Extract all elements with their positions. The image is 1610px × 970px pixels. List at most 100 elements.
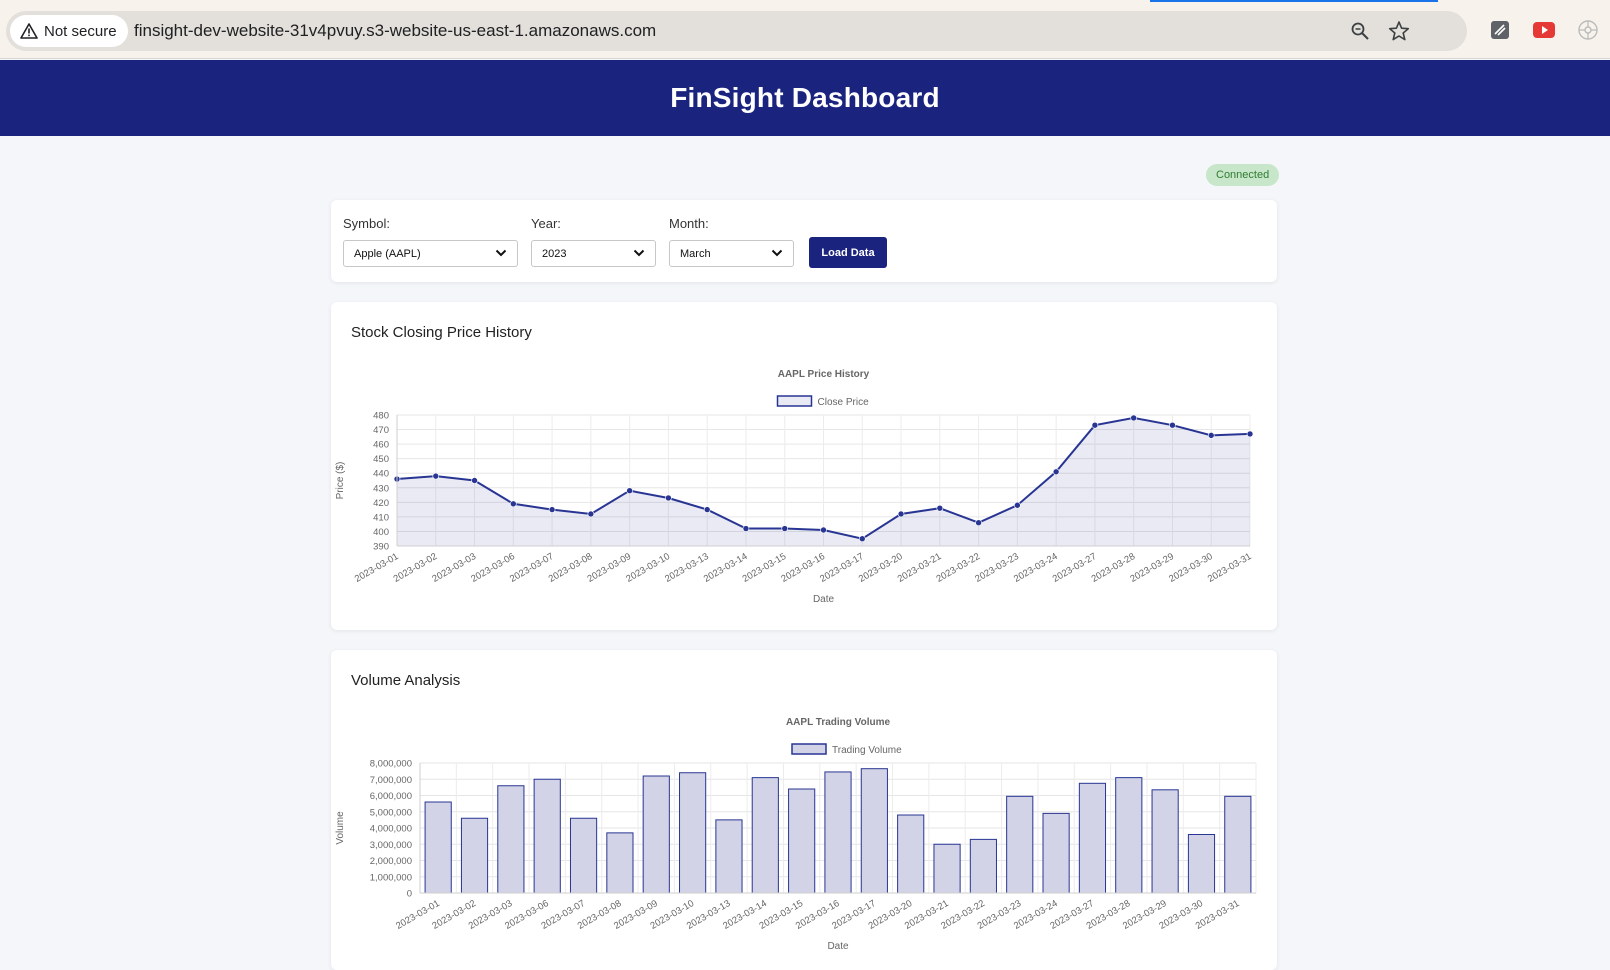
volume-bar: [569, 817, 598, 894]
status-badge: Connected: [1206, 164, 1280, 186]
price-point: [1014, 501, 1021, 509]
page-title: FinSight Dashboard: [670, 82, 940, 113]
zoom-icon[interactable]: [1348, 19, 1372, 43]
volume-bar: [824, 771, 852, 894]
y-tick-label: 450: [373, 454, 389, 465]
volume-bar: [897, 814, 925, 894]
month-select-value: March: [680, 247, 711, 260]
symbol-label: Symbol:: [343, 216, 390, 231]
volume-bar: [533, 778, 561, 894]
volume-bar: [460, 817, 489, 894]
price-point: [1052, 468, 1060, 476]
price-line-chart: AAPL Price History Close Price 390 400 410 42…: [335, 369, 1254, 605]
y-tick-label: 7,000,000: [370, 775, 412, 786]
volume-bar: [1042, 812, 1070, 894]
y-tick-label: 8,000,000: [370, 759, 412, 770]
volume-bar: [1078, 782, 1107, 894]
chevron-down-icon: [495, 248, 507, 260]
url-text[interactable]: finsight-dev-website-31v4pvuy.s3-website…: [134, 11, 656, 51]
y-tick-label: 0: [407, 889, 412, 900]
y-tick-label: 390: [373, 542, 389, 553]
extensions-icon[interactable]: [1576, 18, 1600, 42]
y-tick-label: 6,000,000: [370, 791, 412, 802]
y-tick-label: 480: [373, 411, 389, 422]
y-tick-label: 460: [373, 440, 389, 451]
price-point: [510, 500, 517, 508]
volume-bar: [679, 772, 707, 894]
price-point: [820, 526, 827, 534]
controls-card: Symbol: Apple (AAPL) Year: 2023 Month: M…: [331, 200, 1277, 282]
price-point: [858, 535, 866, 543]
volume-bar: [1115, 777, 1143, 894]
y-tick-label: 470: [373, 425, 389, 436]
year-label: Year:: [531, 216, 561, 231]
month-control: Month: March: [669, 216, 794, 267]
price-point: [1246, 430, 1254, 438]
symbol-select[interactable]: Apple (AAPL): [343, 240, 518, 267]
price-point: [665, 494, 672, 502]
volume-bar: [751, 777, 779, 894]
year-select-value: 2023: [542, 247, 567, 260]
symbol-control: Symbol: Apple (AAPL): [343, 216, 518, 267]
price-point: [1091, 421, 1099, 429]
chevron-down-icon: [771, 248, 783, 260]
volume-bar: [424, 801, 452, 894]
volume-bar: [1151, 789, 1179, 894]
volume-bar: [1187, 834, 1216, 894]
y-tick-label: 2,000,000: [370, 856, 412, 867]
warning-icon: [20, 23, 38, 39]
volume-bar: [969, 838, 997, 894]
volume-bar: [860, 768, 888, 894]
volume-bar: [715, 819, 743, 894]
y-tick-label: 430: [373, 483, 389, 494]
price-point: [936, 504, 944, 512]
volume-bar: [642, 775, 670, 894]
y-tick-label: 440: [373, 469, 389, 480]
volume-bar: [497, 785, 525, 894]
legend-label: Trading Volume: [832, 745, 902, 756]
y-tick-label: 420: [373, 498, 389, 509]
price-point: [742, 525, 750, 532]
y-tick-label: 410: [373, 512, 389, 523]
price-point: [471, 477, 478, 484]
y-tick-label: 400: [373, 527, 389, 538]
address-bar[interactable]: Not secure finsight-dev-website-31v4pvuy…: [6, 11, 1467, 51]
page-load-indicator: [1150, 0, 1438, 2]
price-point: [703, 506, 711, 513]
app-header: FinSight Dashboard: [0, 60, 1610, 136]
chevron-down-icon: [633, 248, 645, 260]
security-indicator[interactable]: Not secure: [10, 15, 128, 47]
price-point: [1169, 421, 1176, 429]
symbol-select-value: Apple (AAPL): [354, 247, 421, 260]
volume-bar-chart: AAPL Trading Volume Trading Volume 0 1,000,…: [335, 717, 1257, 952]
chart-title: AAPL Trading Volume: [786, 717, 891, 728]
youtube-extension-icon[interactable]: [1532, 18, 1556, 42]
year-select[interactable]: 2023: [531, 240, 656, 267]
price-point: [432, 472, 440, 480]
year-control: Year: 2023: [531, 216, 656, 267]
price-point: [626, 487, 633, 494]
price-point: [548, 506, 556, 513]
price-point: [587, 510, 595, 518]
volume-bar: [788, 788, 816, 894]
price-point: [1130, 414, 1137, 422]
legend-swatch: [776, 395, 813, 407]
load-data-button[interactable]: Load Data: [809, 237, 887, 268]
y-tick-label: 5,000,000: [370, 807, 412, 818]
month-label: Month:: [669, 216, 709, 231]
price-point: [781, 525, 789, 532]
volume-chart-card: Volume Analysis AAPL Trading Volume Tradi…: [331, 650, 1277, 970]
legend-swatch: [791, 743, 827, 755]
price-chart-card: Stock Closing Price History AAPL Price H…: [331, 302, 1277, 630]
x-tick-label: 2023-03-31: [1206, 551, 1254, 585]
y-tick-label: 1,000,000: [370, 872, 412, 883]
legend-label: Close Price: [818, 397, 870, 408]
price-point: [897, 510, 905, 518]
y-axis-title: Price ($): [335, 462, 346, 500]
y-axis-title: Volume: [335, 811, 346, 845]
chart-title: AAPL Price History: [778, 369, 870, 380]
bookmark-star-icon[interactable]: [1387, 19, 1411, 43]
security-label: Not secure: [44, 22, 117, 40]
month-select[interactable]: March: [669, 240, 794, 267]
extension-icon[interactable]: [1488, 18, 1512, 42]
